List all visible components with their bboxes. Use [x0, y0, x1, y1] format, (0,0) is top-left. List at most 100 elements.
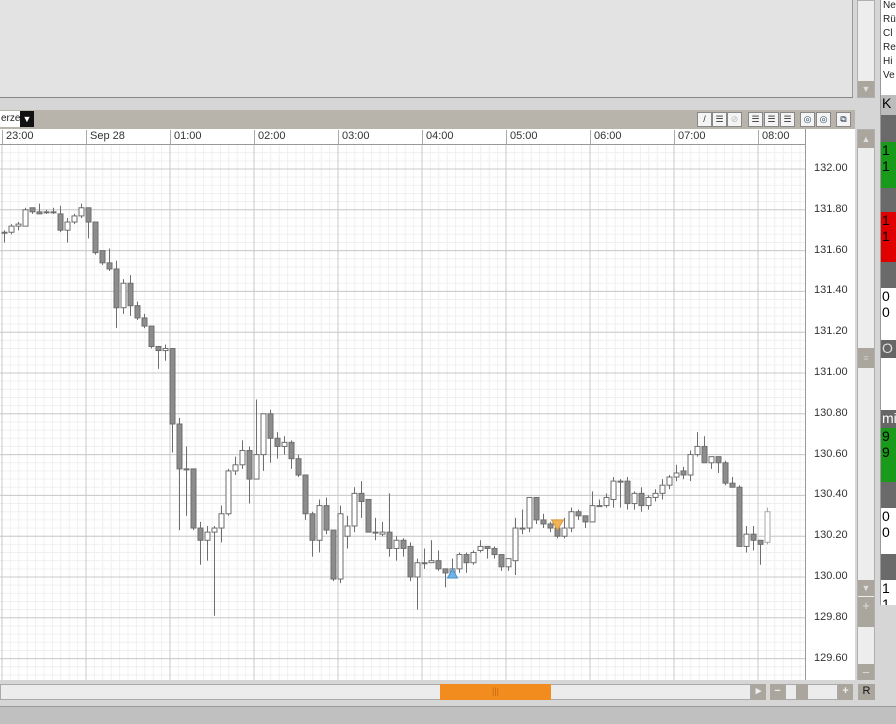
indicator-icon[interactable]: ◎ — [800, 112, 815, 127]
candle-body — [645, 496, 652, 507]
price-label: 129.60 — [814, 651, 848, 664]
time-label: 04:00 — [422, 130, 454, 144]
candle-body — [701, 445, 708, 464]
layout-2-icon[interactable]: ☰ — [764, 112, 779, 127]
candlestick-chart[interactable] — [0, 145, 805, 680]
candle-body — [519, 527, 526, 530]
layout-3-icon[interactable]: ☰ — [780, 112, 795, 127]
candle-body — [22, 209, 29, 227]
detach-window-icon[interactable]: ⧉ — [836, 112, 851, 127]
candle-body — [715, 456, 722, 464]
zoom-handle[interactable] — [858, 613, 874, 627]
candle-body — [666, 476, 673, 486]
settings-icon[interactable]: ◎ — [816, 112, 831, 127]
horizontal-lines-icon[interactable]: ☰ — [712, 112, 727, 127]
quote-value-block: mi — [881, 410, 896, 428]
candle-body — [365, 498, 372, 533]
candle-body — [358, 492, 365, 503]
price-label: 130.40 — [814, 488, 848, 501]
price-label: 131.60 — [814, 243, 848, 256]
candle-body — [743, 533, 750, 547]
candle-body — [694, 445, 701, 456]
candle-body — [57, 213, 64, 231]
candle-body — [274, 437, 281, 447]
time-label: 01:00 — [170, 130, 202, 144]
zoom-out-time-icon[interactable]: − — [770, 684, 785, 700]
quote-value-block: 11 — [881, 142, 896, 188]
chevron-down-icon[interactable]: ▼ — [20, 111, 34, 127]
quote-row-label: Re — [881, 42, 896, 56]
draw-line-icon[interactable]: / — [697, 112, 712, 127]
candle-body — [295, 458, 302, 476]
scroll-down-icon[interactable]: ▼ — [858, 81, 874, 97]
candle-body — [106, 262, 113, 270]
candle-body — [638, 492, 645, 507]
scroll-up-icon[interactable]: ▲ — [858, 130, 874, 148]
candle-body — [659, 484, 666, 494]
scroll-down-icon[interactable]: ▼ — [858, 580, 874, 596]
candle-body — [547, 523, 554, 529]
zoom-out-icon[interactable]: − — [858, 664, 874, 680]
price-scrollbar[interactable]: ▲ ≡ ▼ + − — [857, 129, 875, 680]
candle-body — [162, 348, 169, 352]
time-label: Sep 28 — [86, 130, 125, 144]
candle-body — [631, 492, 638, 505]
candle-body — [463, 554, 470, 564]
candle-body — [50, 211, 57, 214]
candle-body — [400, 539, 407, 549]
top-panel — [0, 0, 853, 98]
zoom-in-time-icon[interactable]: + — [838, 684, 853, 700]
candle-body — [624, 480, 631, 505]
candle-body — [316, 505, 323, 541]
delete-drawing-icon[interactable]: ⊘ — [727, 112, 742, 127]
candle-body — [29, 207, 36, 213]
candle-body — [687, 454, 694, 476]
zoom-in-icon[interactable]: + — [858, 597, 874, 613]
price-axis: 132.00 131.80 131.60 131.40 131.20 131.00 130.… — [805, 129, 855, 680]
candle-body — [603, 496, 610, 507]
candle-body — [176, 423, 183, 470]
time-label: 23:00 — [2, 130, 34, 144]
quote-value-block: O — [881, 340, 896, 358]
time-scroll-thumb[interactable]: ||| — [440, 684, 551, 700]
candle-body — [477, 545, 484, 551]
candle-body — [197, 527, 204, 541]
candle-body — [512, 527, 519, 562]
layout-1-icon[interactable]: ☰ — [748, 112, 763, 127]
candle-body — [309, 513, 316, 541]
candle-body — [589, 505, 596, 523]
candle-body — [470, 552, 477, 564]
candle-body — [239, 450, 246, 466]
candle-body — [498, 554, 505, 568]
candle-body — [393, 539, 400, 549]
scroll-thumb[interactable]: ≡ — [858, 348, 874, 368]
time-label: 08:00 — [758, 130, 790, 144]
candle-body — [442, 568, 449, 574]
candle-body — [204, 531, 211, 541]
candle-body — [379, 531, 386, 535]
time-label: 05:00 — [506, 130, 538, 144]
status-bar — [0, 706, 896, 724]
price-label: 131.40 — [814, 284, 848, 297]
candle-body — [722, 462, 729, 484]
candle-body — [764, 511, 771, 543]
quote-value-block: 11 — [881, 212, 896, 262]
time-label: 03:00 — [338, 130, 370, 144]
quote-row-label: Ve — [881, 70, 896, 84]
reset-button[interactable]: R — [858, 684, 875, 700]
candle-body — [225, 470, 232, 515]
price-label: 131.00 — [814, 366, 848, 378]
time-scrollbar[interactable] — [0, 684, 751, 700]
instrument-select[interactable]: erze — [0, 111, 22, 127]
top-panel-scrollbar[interactable]: ▼ — [857, 0, 875, 98]
price-label: 132.00 — [814, 162, 848, 174]
candle-body — [407, 545, 414, 578]
scroll-right-icon[interactable]: ▸ — [751, 684, 766, 700]
candle-body — [736, 486, 743, 547]
candle-body — [169, 348, 176, 425]
quote-row-label: Ne — [881, 0, 896, 14]
candle-body — [288, 441, 295, 460]
time-zoom-handle[interactable] — [796, 684, 808, 700]
time-zoom-slider[interactable] — [785, 684, 838, 700]
candle-body — [533, 496, 540, 521]
